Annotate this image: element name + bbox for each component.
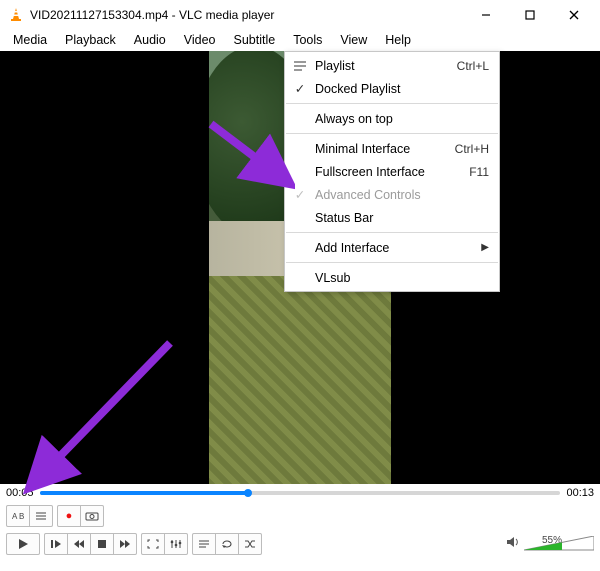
menu-playback[interactable]: Playback (56, 31, 125, 49)
maximize-button[interactable] (508, 0, 552, 29)
menu-item-add-interface[interactable]: Add Interface ▶ (285, 236, 499, 259)
seek-progress (40, 491, 248, 495)
volume-control: 55% (506, 535, 594, 553)
total-time[interactable]: 00:13 (566, 487, 594, 499)
menu-label: VLsub (315, 271, 489, 285)
frame-list-button[interactable] (29, 505, 53, 527)
svg-text:B: B (19, 512, 24, 521)
menu-bar: Media Playback Audio Video Subtitle Tool… (0, 29, 600, 51)
record-button[interactable]: ● (57, 505, 81, 527)
extended-settings-button[interactable] (164, 533, 188, 555)
menu-item-advanced-controls[interactable]: ✓ Advanced Controls (285, 183, 499, 206)
volume-slider[interactable]: 55% (524, 536, 594, 552)
play-button[interactable] (6, 533, 40, 555)
menu-video[interactable]: Video (175, 31, 225, 49)
menu-separator (286, 133, 498, 134)
vlc-cone-icon (8, 7, 24, 23)
menu-shortcut: F11 (469, 165, 489, 179)
menu-help[interactable]: Help (376, 31, 420, 49)
elapsed-time[interactable]: 00:05 (6, 487, 34, 499)
window-title: VID20211127153304.mp4 - VLC media player (30, 8, 464, 22)
menu-shortcut: Ctrl+L (457, 59, 489, 73)
menu-label: Minimal Interface (315, 142, 455, 156)
menu-item-fullscreen-interface[interactable]: Fullscreen Interface F11 (285, 160, 499, 183)
speaker-icon[interactable] (506, 535, 520, 553)
svg-text:A: A (12, 512, 18, 521)
stop-button[interactable] (90, 533, 114, 555)
menu-separator (286, 103, 498, 104)
menu-label: Add Interface (315, 241, 481, 255)
menu-tools[interactable]: Tools (284, 31, 331, 49)
menu-item-status-bar[interactable]: Status Bar (285, 206, 499, 229)
check-icon: ✓ (285, 187, 315, 202)
menu-audio[interactable]: Audio (125, 31, 175, 49)
menu-label: Always on top (315, 112, 489, 126)
view-menu-dropdown: Playlist Ctrl+L ✓ Docked Playlist Always… (284, 51, 500, 292)
loop-button[interactable] (215, 533, 239, 555)
advanced-controls: AB ● (0, 502, 600, 530)
menu-label: Docked Playlist (315, 82, 489, 96)
menu-label: Advanced Controls (315, 188, 489, 202)
menu-label: Playlist (315, 59, 457, 73)
menu-label: Fullscreen Interface (315, 165, 469, 179)
previous-button[interactable] (67, 533, 91, 555)
minimize-button[interactable] (464, 0, 508, 29)
menu-subtitle[interactable]: Subtitle (225, 31, 285, 49)
playback-controls: 55% (0, 530, 600, 558)
frame-step-button[interactable] (44, 533, 68, 555)
menu-shortcut: Ctrl+H (455, 142, 489, 156)
ab-loop-button[interactable]: AB (6, 505, 30, 527)
menu-item-playlist[interactable]: Playlist Ctrl+L (285, 54, 499, 77)
title-bar: VID20211127153304.mp4 - VLC media player (0, 0, 600, 29)
playlist-button[interactable] (192, 533, 216, 555)
next-button[interactable] (113, 533, 137, 555)
menu-separator (286, 232, 498, 233)
check-icon: ✓ (285, 81, 315, 96)
menu-separator (286, 262, 498, 263)
close-button[interactable] (552, 0, 596, 29)
shuffle-button[interactable] (238, 533, 262, 555)
submenu-arrow-icon: ▶ (481, 242, 489, 253)
seek-slider[interactable] (40, 491, 561, 495)
menu-item-minimal-interface[interactable]: Minimal Interface Ctrl+H (285, 137, 499, 160)
menu-view[interactable]: View (331, 31, 376, 49)
menu-item-docked-playlist[interactable]: ✓ Docked Playlist (285, 77, 499, 100)
menu-item-vlsub[interactable]: VLsub (285, 266, 499, 289)
menu-item-always-on-top[interactable]: Always on top (285, 107, 499, 130)
snapshot-button[interactable] (80, 505, 104, 527)
menu-media[interactable]: Media (4, 31, 56, 49)
fullscreen-button[interactable] (141, 533, 165, 555)
seek-bar-row: 00:05 00:13 (0, 484, 600, 502)
playlist-icon (285, 61, 315, 71)
menu-label: Status Bar (315, 211, 489, 225)
